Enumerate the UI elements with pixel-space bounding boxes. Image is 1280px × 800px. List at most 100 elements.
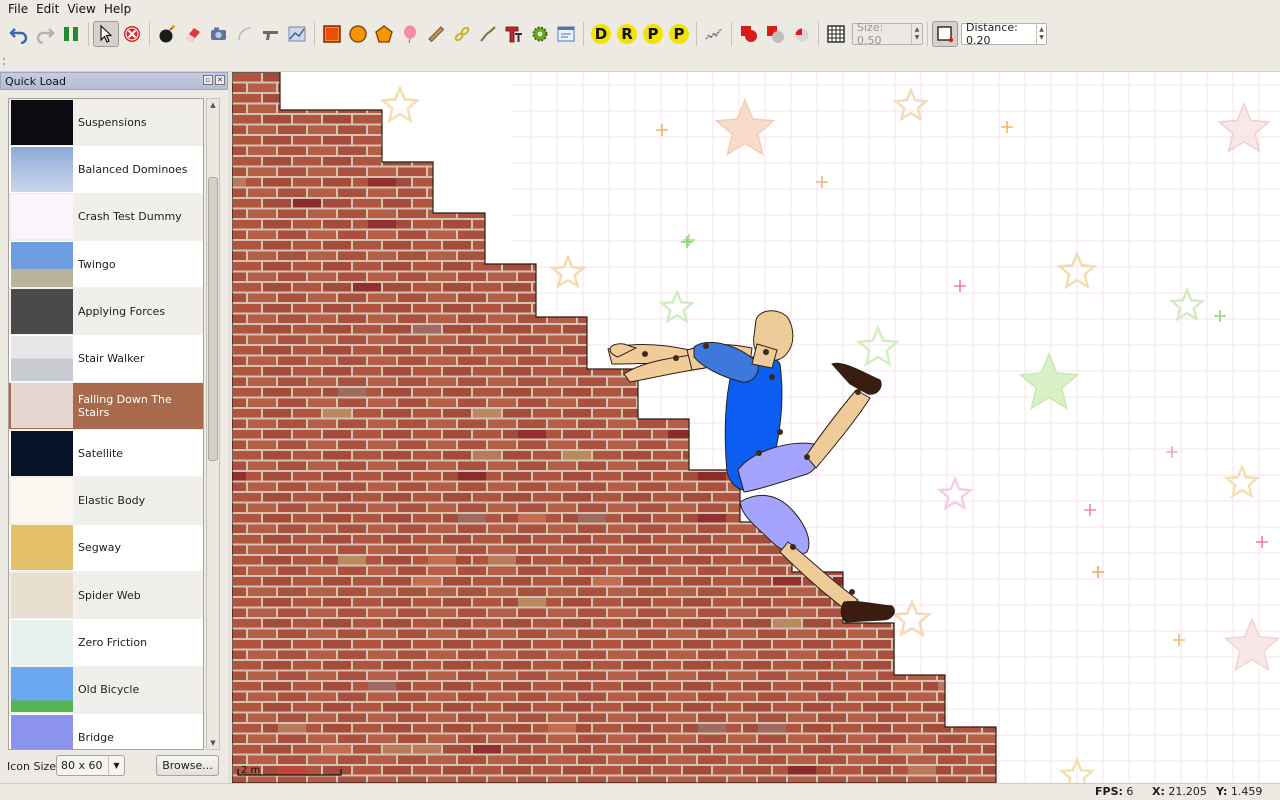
scene-list-item[interactable]: Twingo — [9, 240, 203, 289]
circle-icon — [349, 25, 367, 43]
grid-toggle-button[interactable] — [823, 21, 849, 47]
fill-red-button[interactable] — [736, 21, 762, 47]
scene-list-item[interactable]: Crash Test Dummy — [9, 193, 203, 241]
plank-tool-button[interactable] — [423, 21, 449, 47]
x-coordinate-readout: X: 21.205 — [1152, 785, 1207, 798]
menu-help[interactable]: Help — [100, 2, 135, 16]
draw-mode-d-button[interactable]: D — [588, 21, 614, 47]
scene-list-item[interactable]: Suspensions — [9, 99, 203, 147]
scene-list-scrollbar[interactable]: ▲ ▼ — [206, 98, 220, 750]
distance-spinbox[interactable]: Distance: 0.20 ▲ ▼ — [961, 21, 1047, 47]
redo-button[interactable] — [32, 21, 58, 47]
zigzag-tool-button[interactable] — [701, 21, 727, 47]
dock-title: Quick Load — [5, 74, 66, 88]
draw-mode-p2-button[interactable]: P — [666, 21, 692, 47]
icon-size-label: Icon Size — [7, 760, 57, 773]
spin-arrows: ▲ ▼ — [911, 24, 922, 44]
scene-list-item-label: Old Bicycle — [78, 683, 140, 697]
gun-tool-button[interactable] — [258, 21, 284, 47]
eraser-tool-button[interactable] — [180, 21, 206, 47]
bomb-tool-button[interactable] — [154, 21, 180, 47]
menu-view[interactable]: View — [63, 2, 99, 16]
world-canvas[interactable]: 2 m — [232, 72, 1280, 783]
circle-tool-button[interactable] — [345, 21, 371, 47]
box-icon — [323, 25, 341, 43]
scene-list-item[interactable]: Old Bicycle — [9, 666, 203, 714]
letter-p-icon: P — [643, 24, 663, 44]
dock-close-button[interactable]: ✕ — [215, 75, 225, 85]
camera-tool-button[interactable] — [206, 21, 232, 47]
dock-float-button[interactable]: ▫ — [203, 75, 213, 85]
scrollbar-thumb[interactable] — [208, 177, 218, 461]
pointer-tool-button[interactable] — [93, 21, 119, 47]
quick-load-dock: Quick Load ▫ ✕ Suspensions Balanced Domin… — [0, 72, 228, 783]
snap-square-icon — [937, 26, 954, 43]
scene-list-item[interactable]: Spider Web — [9, 571, 203, 620]
scene-list-item[interactable]: Stair Walker — [9, 335, 203, 383]
scene-thumbnail — [11, 572, 73, 618]
text-tool-button[interactable] — [501, 21, 527, 47]
undo-button[interactable] — [6, 21, 32, 47]
scene-list-item-label: Spider Web — [78, 588, 141, 602]
spring-tool-button[interactable] — [475, 21, 501, 47]
menu-edit[interactable]: Edit — [32, 2, 63, 16]
distance-value: Distance: 0.20 — [966, 21, 1018, 47]
scene-list-item-label: Falling Down The Stairs — [78, 392, 172, 419]
balloon-tool-button[interactable] — [397, 21, 423, 47]
scale-label: 2 m — [241, 765, 260, 776]
scene-list-item[interactable]: Satellite — [9, 430, 203, 478]
fill-half-button[interactable] — [788, 21, 814, 47]
scene-list-item[interactable]: Zero Friction — [9, 619, 203, 667]
scene-list-item[interactable]: Bridge — [9, 713, 203, 749]
y-coordinate-readout: Y: 1.459 — [1216, 785, 1263, 798]
scene-list-item[interactable]: Elastic Body — [9, 477, 203, 525]
scene-thumbnail — [11, 146, 73, 192]
world-scene[interactable]: 2 m — [232, 72, 1280, 783]
delete-tool-button[interactable] — [119, 21, 145, 47]
scene-list-item-label: Segway — [78, 541, 121, 555]
redo-icon — [36, 28, 55, 44]
scroll-down-arrow[interactable]: ▼ — [207, 737, 219, 749]
scene-list-item-label: Applying Forces — [78, 304, 166, 318]
gear-icon — [532, 26, 548, 42]
toolbar-separator — [88, 22, 89, 46]
scene-list-item-label: Elastic Body — [78, 494, 146, 508]
draw-mode-p-button[interactable]: P — [640, 21, 666, 47]
snap-toggle-button[interactable] — [932, 21, 958, 47]
rope-icon — [238, 27, 252, 41]
undo-icon — [9, 28, 28, 44]
scene-thumbnail — [11, 714, 73, 749]
scene-list-item[interactable]: Balanced Dominoes — [9, 146, 203, 194]
menu-file[interactable]: File — [4, 2, 32, 16]
browse-button[interactable]: Browse... — [156, 755, 219, 776]
scene-list-item[interactable]: Falling Down The Stairs — [9, 382, 203, 431]
chain-tool-button[interactable] — [449, 21, 475, 47]
toolbar-separator — [583, 22, 584, 46]
balloon-icon — [404, 25, 416, 44]
size-spinbox[interactable]: Size: 0.50 ▲ ▼ — [852, 21, 923, 47]
box-tool-button[interactable] — [319, 21, 345, 47]
polygon-tool-button[interactable] — [371, 21, 397, 47]
toolbar-separator — [818, 22, 819, 46]
draw-mode-r-button[interactable]: R — [614, 21, 640, 47]
gear-tool-button[interactable] — [527, 21, 553, 47]
menu-bar: File Edit View Help — [0, 0, 1280, 18]
icon-size-value: 80 x 60 — [61, 759, 103, 772]
scene-list-item[interactable]: Segway — [9, 524, 203, 572]
pause-button[interactable] — [58, 21, 84, 47]
toolbar-separator — [927, 22, 928, 46]
scene-thumbnail — [11, 241, 73, 287]
scene-list-item[interactable]: Applying Forces — [9, 288, 203, 336]
scroll-up-arrow[interactable]: ▲ — [207, 99, 219, 111]
graph-icon — [288, 26, 306, 42]
dialog-tool-button[interactable] — [553, 21, 579, 47]
graph-tool-button[interactable] — [284, 21, 310, 47]
rope-tool-button[interactable] — [232, 21, 258, 47]
toolbar-separator — [149, 22, 150, 46]
status-bar: FPS: 6 X: 21.205 Y: 1.459 — [0, 783, 1280, 800]
icon-size-combobox[interactable]: 80 x 60 ▼ — [56, 755, 125, 776]
scene-thumbnail — [11, 99, 73, 145]
fill-mixed-button[interactable] — [762, 21, 788, 47]
toolbar-grip-handle[interactable] — [3, 58, 6, 65]
spin-arrows: ▲ ▼ — [1036, 24, 1046, 44]
